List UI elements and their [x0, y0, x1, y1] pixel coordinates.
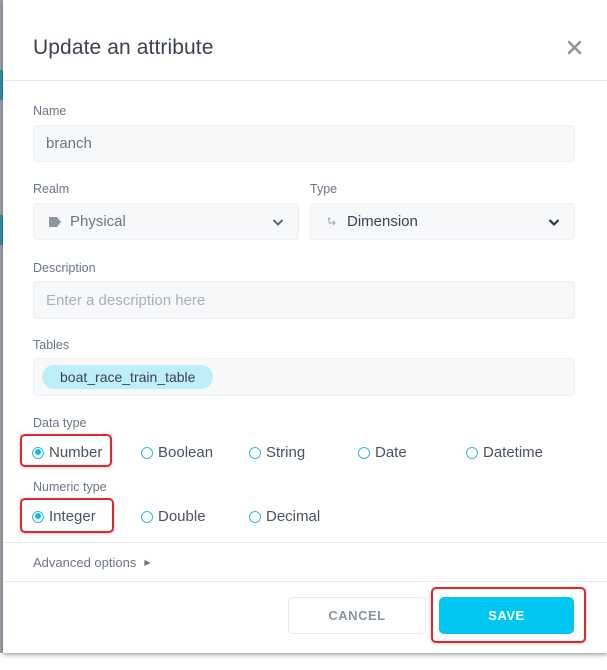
type-label: Type	[310, 182, 338, 196]
close-icon	[567, 40, 582, 55]
dialog-title: Update an attribute	[33, 36, 214, 59]
radio-label: String	[266, 444, 306, 461]
update-attribute-dialog: Update an attribute Name branch Realm Ph…	[3, 0, 607, 653]
radio-label: Integer	[49, 508, 96, 525]
name-value: branch	[46, 135, 92, 152]
name-label: Name	[33, 104, 67, 118]
tag-icon	[48, 216, 62, 228]
realm-label: Realm	[33, 182, 70, 196]
radio-circle	[32, 446, 44, 459]
description-input[interactable]: Enter a description here	[33, 281, 575, 319]
radio-label: Boolean	[158, 444, 214, 461]
dimension-arrows-icon	[327, 216, 337, 227]
tables-label: Tables	[33, 338, 70, 352]
chevron-down-icon	[548, 213, 560, 230]
chevron-down-icon	[272, 213, 284, 230]
realm-value: Physical	[70, 213, 126, 230]
realm-select[interactable]: Physical	[33, 203, 299, 240]
backdrop-bottom	[0, 653, 607, 670]
description-label: Description	[33, 261, 96, 275]
radio-label: Double	[158, 508, 206, 525]
advanced-options-label: Advanced options	[33, 555, 137, 570]
name-input[interactable]: branch	[33, 125, 575, 162]
radio-circle	[358, 446, 370, 459]
radio-integer[interactable]: Integer	[32, 508, 96, 525]
cancel-button[interactable]: CANCEL	[288, 597, 426, 634]
radio-circle	[141, 510, 153, 523]
radio-label: Date	[375, 444, 407, 461]
caret-right-icon: ▶	[144, 558, 151, 567]
radio-circle	[32, 510, 44, 523]
advanced-options-toggle[interactable]: Advanced options ▶	[33, 555, 151, 570]
radio-circle	[249, 446, 261, 459]
radio-datetime[interactable]: Datetime	[466, 444, 543, 461]
dialog-header: Update an attribute	[3, 0, 607, 81]
radio-label: Datetime	[483, 444, 544, 461]
table-chip[interactable]: boat_race_train_table	[42, 365, 214, 389]
radio-label: Decimal	[266, 508, 321, 525]
divider	[3, 581, 607, 582]
data-type-label: Data type	[33, 416, 87, 430]
save-button[interactable]: SAVE	[439, 597, 574, 634]
radio-boolean[interactable]: Boolean	[141, 444, 213, 461]
radio-circle	[141, 446, 153, 459]
numeric-type-label: Numeric type	[33, 480, 107, 494]
radio-date[interactable]: Date	[358, 444, 407, 461]
radio-label: Number	[49, 444, 103, 461]
radio-decimal[interactable]: Decimal	[249, 508, 320, 525]
description-placeholder: Enter a description here	[46, 291, 206, 309]
radio-double[interactable]: Double	[141, 508, 206, 525]
divider	[3, 542, 607, 543]
tables-input[interactable]: boat_race_train_table	[33, 358, 575, 396]
radio-circle	[249, 510, 261, 523]
radio-number[interactable]: Number	[32, 444, 102, 461]
close-button[interactable]	[563, 36, 587, 60]
type-select[interactable]: Dimension	[310, 203, 575, 240]
radio-circle	[466, 446, 478, 459]
radio-string[interactable]: String	[249, 444, 305, 461]
type-value: Dimension	[347, 213, 418, 230]
